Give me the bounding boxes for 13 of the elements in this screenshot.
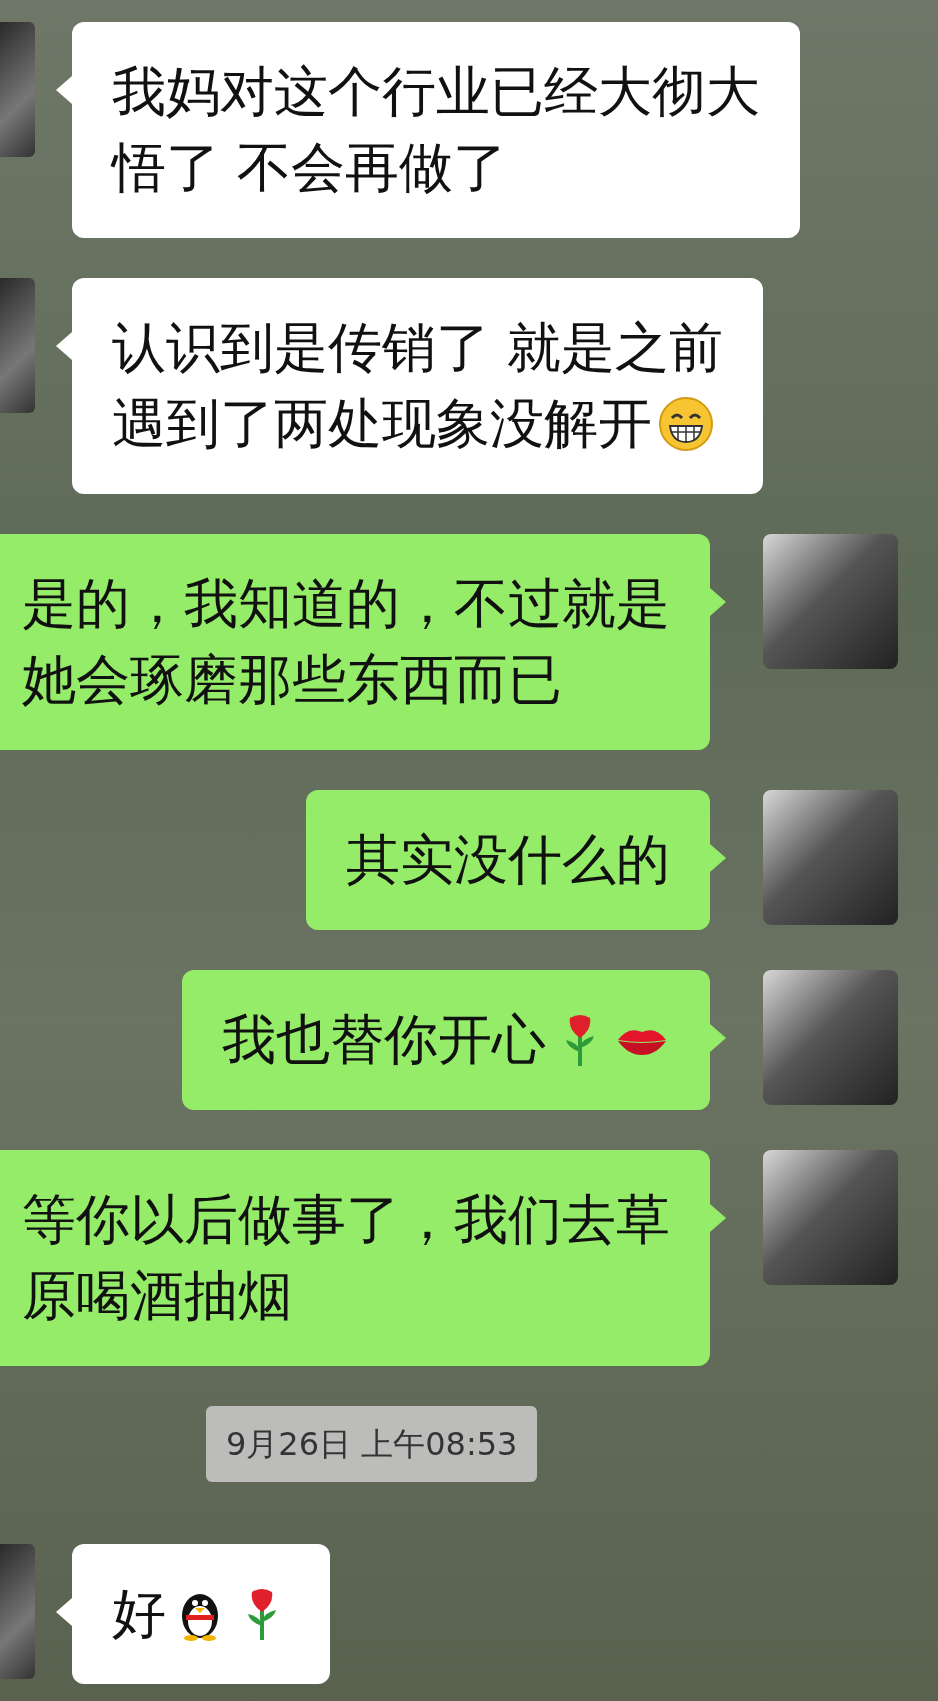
message-text: 原喝酒抽烟 — [22, 1263, 292, 1329]
timestamp: 9月26日 上午08:53 — [206, 1406, 538, 1482]
message-text: 其实没什么的 — [346, 827, 670, 893]
message-text: 我也替你开心 — [222, 1007, 546, 1073]
message-text: 好 — [112, 1581, 166, 1647]
message-text: 悟了 不会再做了 — [112, 135, 508, 201]
message-text: 等你以后做事了，我们去草 — [22, 1187, 670, 1253]
message-text: 遇到了两处现象没解开 — [112, 391, 652, 457]
grinning-face-icon — [658, 396, 714, 452]
message-text: 认识到是传销了 就是之前 — [112, 315, 724, 381]
message-text: 是的，我知道的，不过就是 — [22, 571, 670, 637]
message-text: 我妈对这个行业已经大彻大 — [112, 59, 760, 125]
message-text: 她会琢磨那些东西而已 — [22, 647, 562, 713]
